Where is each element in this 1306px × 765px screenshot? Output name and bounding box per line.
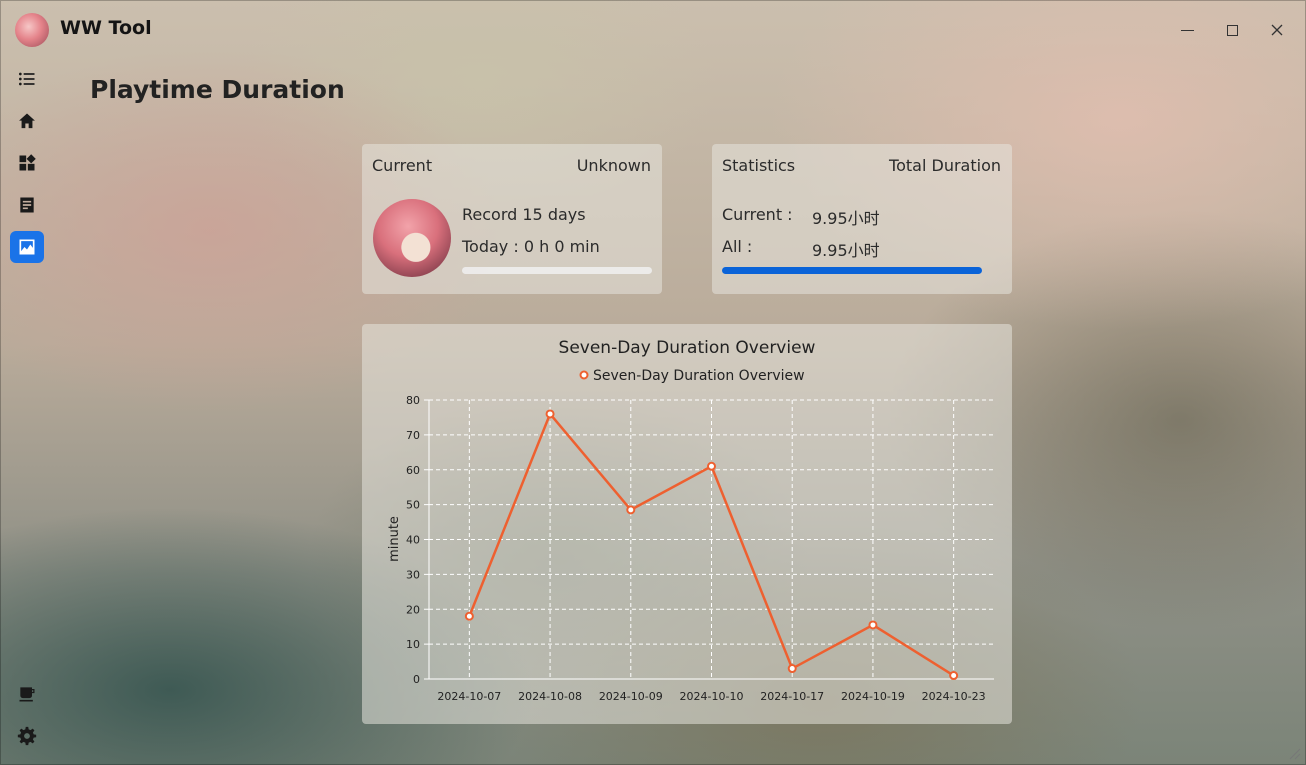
y-tick-label: 80 <box>406 394 420 407</box>
chart-title: Seven-Day Duration Overview <box>559 338 816 358</box>
minimize-icon <box>1180 29 1194 31</box>
stats-all-label: All : <box>722 237 753 256</box>
nav-notes-button[interactable] <box>10 189 44 221</box>
stats-current-value: 9.95小时 <box>812 209 880 228</box>
data-point[interactable] <box>949 671 959 681</box>
settings-gear-icon <box>17 726 37 746</box>
current-status-label: Unknown <box>576 156 651 175</box>
chart-grid <box>429 399 994 679</box>
today-duration-label: Today : 0 h 0 min <box>462 237 600 256</box>
x-tick-label: 2024-10-08 <box>518 690 582 703</box>
data-point[interactable] <box>464 611 474 621</box>
data-point[interactable] <box>868 620 878 630</box>
close-button[interactable] <box>1262 15 1292 45</box>
home-icon <box>19 113 35 129</box>
data-point[interactable] <box>787 664 797 674</box>
character-avatar <box>373 199 451 277</box>
close-icon <box>1271 24 1283 36</box>
y-tick-label: 50 <box>406 499 420 512</box>
nav-widgets-button[interactable] <box>10 147 44 179</box>
x-tick-label: 2024-10-17 <box>760 690 824 703</box>
y-tick-label: 20 <box>406 603 420 616</box>
chart-image-icon <box>19 239 35 255</box>
y-tick-label: 40 <box>406 534 420 547</box>
current-card-header: Current <box>372 156 433 175</box>
menu-icon <box>19 72 35 86</box>
y-tick-label: 0 <box>413 673 420 686</box>
notes-icon <box>20 197 34 213</box>
nav-home-button[interactable] <box>10 105 44 137</box>
series-line <box>468 411 955 677</box>
chart-legend[interactable]: Seven-Day Duration Overview <box>579 368 805 384</box>
x-tick-label: 2024-10-09 <box>599 690 663 703</box>
record-days-label: Record 15 days <box>462 205 586 224</box>
x-tick-label: 2024-10-10 <box>680 690 744 703</box>
y-tick-label: 70 <box>406 429 420 442</box>
data-point[interactable] <box>545 409 555 419</box>
duration-line-chart: Seven-Day Duration Overview Seven-Day Du… <box>387 338 994 703</box>
y-tick-label: 10 <box>406 638 420 651</box>
nav-coffee-button[interactable] <box>10 678 44 710</box>
legend-marker-icon <box>579 370 589 380</box>
statistics-card-header: Statistics <box>722 156 796 175</box>
resize-grip-icon[interactable] <box>1287 746 1301 760</box>
total-progress-fill <box>722 267 982 274</box>
maximize-button[interactable] <box>1217 15 1247 45</box>
app-window: WW Tool Playtime Duration Current Unknow… <box>0 0 1306 765</box>
app-logo-icon <box>15 13 49 47</box>
statistics-card: Statistics Total Duration Current : 9.95… <box>712 144 1012 294</box>
today-progress-bar <box>462 267 652 274</box>
x-tick-label: 2024-10-19 <box>841 690 905 703</box>
nav-statistics-button[interactable] <box>10 231 44 263</box>
legend-label: Seven-Day Duration Overview <box>593 368 805 384</box>
minimize-button[interactable] <box>1172 15 1202 45</box>
nav-settings-button[interactable] <box>10 720 44 752</box>
data-point[interactable] <box>626 505 636 515</box>
coffee-icon <box>19 687 35 702</box>
current-card: Current Unknown Record 15 days Today : 0… <box>362 144 662 294</box>
widgets-icon <box>19 154 36 171</box>
y-tick-label: 30 <box>406 568 420 581</box>
total-progress-bar <box>722 267 982 274</box>
chart-card: Seven-Day Duration Overview Seven-Day Du… <box>362 324 1012 724</box>
y-axis-label: minute <box>387 516 402 562</box>
nav-menu-button[interactable] <box>10 63 44 95</box>
total-duration-label: Total Duration <box>889 156 1001 175</box>
app-title: WW Tool <box>60 17 152 39</box>
stats-all-value: 9.95小时 <box>812 241 880 260</box>
data-point[interactable] <box>707 461 716 471</box>
maximize-icon <box>1226 24 1238 36</box>
x-tick-label: 2024-10-07 <box>437 690 501 703</box>
chart-axes: 0 10 20 30 40 50 60 70 80 2024-10-07 2024-10-08 202… <box>406 394 994 703</box>
page-title: Playtime Duration <box>90 75 345 104</box>
x-tick-label: 2024-10-23 <box>922 690 986 703</box>
stats-current-label: Current : <box>722 205 793 224</box>
y-tick-label: 60 <box>406 464 420 477</box>
